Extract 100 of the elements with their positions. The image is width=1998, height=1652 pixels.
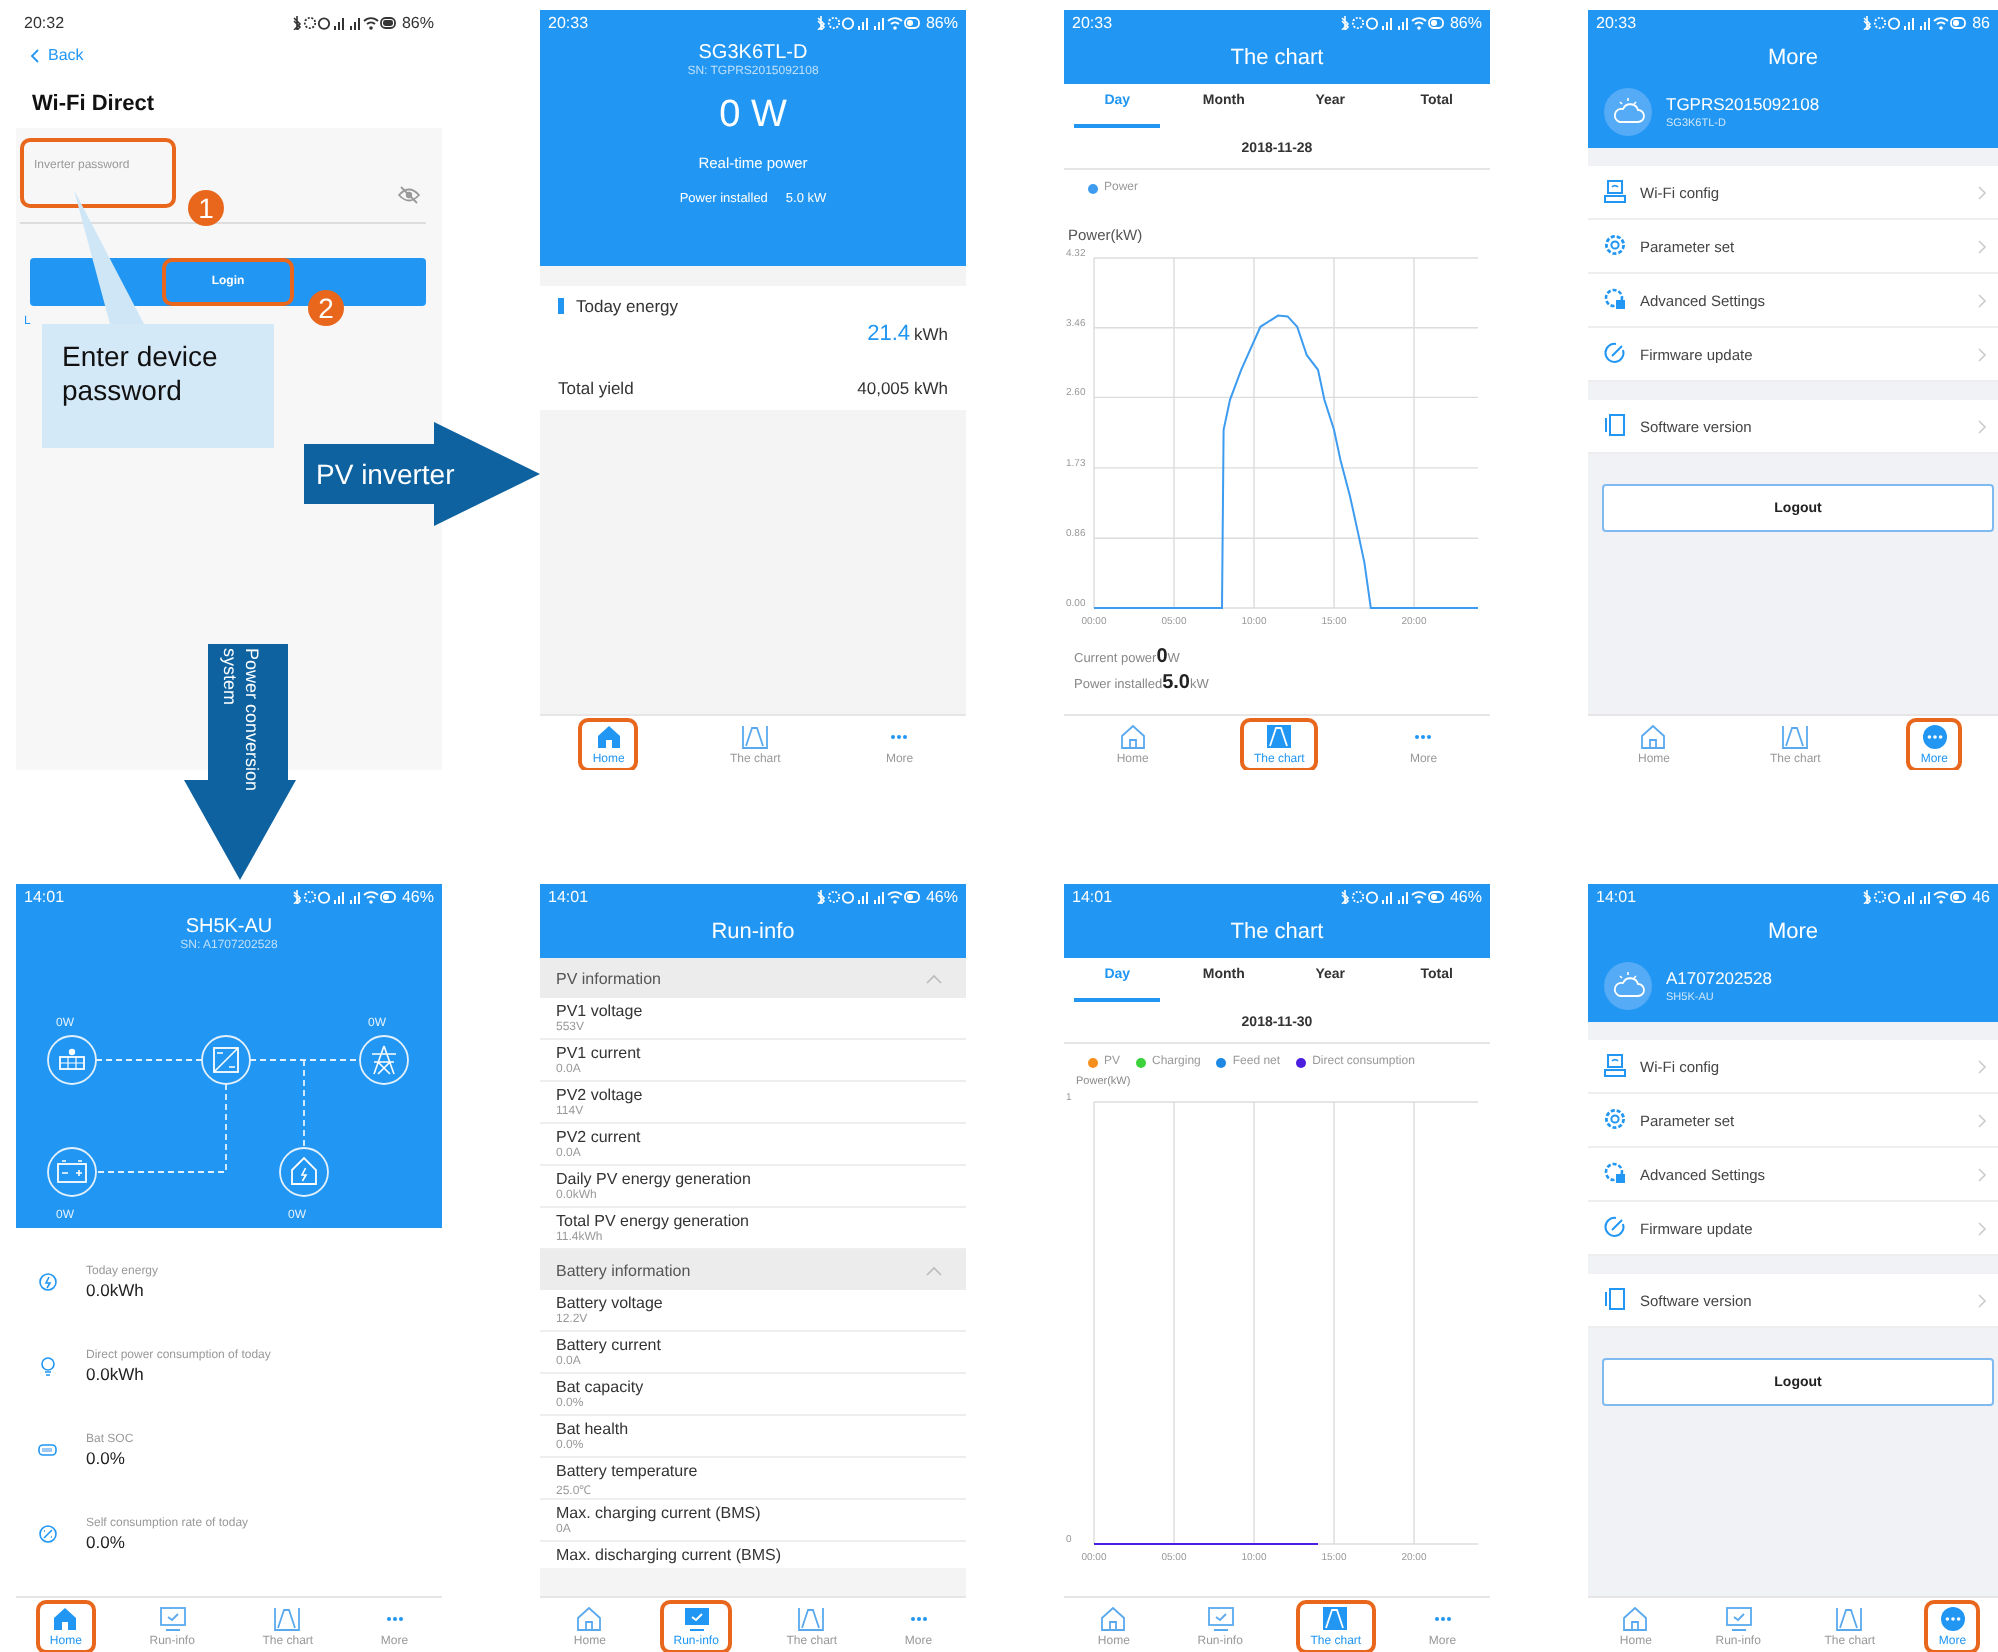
battery-icon (38, 1440, 58, 1460)
chart-icon (1782, 724, 1809, 750)
percent-icon (38, 1524, 58, 1544)
chart-icon (798, 1606, 825, 1632)
connector-line (95, 1083, 227, 1173)
router-icon (1604, 180, 1626, 204)
info-label: Battery temperature (556, 1462, 700, 1480)
energy-unit: kWh (914, 324, 948, 344)
stat-value: 0.0% (86, 1447, 127, 1467)
chevron-right-icon (1978, 1113, 1986, 1127)
battery-percent: 46 (1972, 888, 1990, 906)
status-icons-drawing (815, 16, 920, 30)
battery-percent: 86% (925, 14, 958, 32)
status-time: 20:32 (24, 14, 67, 32)
power-value: 0 W (719, 94, 787, 138)
status-time: 20:33 (548, 14, 591, 32)
screen-title: More (1767, 918, 1819, 948)
home-icon (1100, 1606, 1127, 1632)
chevron-right-icon (1978, 1293, 1986, 1307)
section-header[interactable]: PV information (540, 958, 966, 998)
status-time: 14:01 (24, 888, 67, 906)
chevron-right-icon (1978, 293, 1986, 307)
chevron-up-icon (926, 1265, 942, 1275)
status-icons-drawing (1339, 16, 1444, 30)
screen-title: The chart (1230, 918, 1324, 948)
yield-value: 40,005 kWh (857, 378, 948, 398)
info-label: Bat capacity (556, 1378, 646, 1396)
chevron-left-icon (30, 47, 40, 63)
monitor-icon (683, 1606, 710, 1632)
callout-note: Enter device password (42, 324, 274, 448)
battery-percent: 86% (1449, 14, 1482, 32)
gear-icon (1604, 288, 1626, 312)
solar-panel-icon (47, 1035, 97, 1085)
back-link[interactable]: Back (30, 46, 84, 64)
home-icon (1119, 724, 1146, 750)
info-label: PV2 current (556, 1128, 643, 1146)
inverter-icon (201, 1035, 251, 1085)
status-icons-drawing (815, 890, 920, 904)
settings-icon (1604, 234, 1626, 258)
stat-value: 0.0% (86, 1531, 127, 1551)
refresh-icon (1604, 1216, 1626, 1240)
info-label: Daily PV energy generation (556, 1170, 753, 1188)
chart-icon (1322, 1606, 1349, 1632)
screen-title: More (1767, 44, 1819, 74)
info-label: PV1 current (556, 1044, 643, 1062)
monitor-icon (159, 1606, 186, 1632)
reading-value: 0 (1156, 646, 1168, 668)
lightning-icon (38, 1272, 58, 1292)
battery-percent: 46% (1449, 888, 1482, 906)
energy-value: 21.4 (867, 322, 910, 346)
more-icon (1921, 724, 1948, 750)
chart-icon (742, 724, 769, 750)
cloud-sun-icon (1604, 88, 1652, 136)
account-id: TGPRS2015092108 (1666, 94, 1820, 114)
device-model: SG3K6TL-D (698, 42, 808, 64)
chevron-right-icon (1978, 419, 1986, 433)
home-icon (1622, 1606, 1649, 1632)
home-icon (1640, 724, 1667, 750)
info-label: Total PV energy generation (556, 1212, 752, 1230)
stat-value: 0.0kWh (86, 1279, 146, 1299)
section-header[interactable]: Battery information (540, 1250, 966, 1290)
eye-off-icon[interactable] (398, 185, 420, 203)
info-label: PV1 voltage (556, 1002, 645, 1020)
status-time: 14:01 (1072, 888, 1115, 906)
status-time: 14:01 (548, 888, 591, 906)
info-label: Max. charging current (BMS) (556, 1504, 763, 1522)
stat-value: 0.0kWh (86, 1363, 146, 1383)
status-time: 14:01 (1596, 888, 1639, 906)
status-icons-drawing (291, 890, 396, 904)
bulb-icon (38, 1356, 58, 1376)
house-icon (279, 1147, 329, 1197)
chevron-right-icon (1978, 1221, 1986, 1235)
info-label: Bat health (556, 1420, 631, 1438)
page-title: Wi-Fi Direct (32, 92, 157, 116)
power-tower-icon (359, 1035, 409, 1085)
reading-value: 5.0 (1162, 672, 1190, 694)
status-icons-drawing (1339, 890, 1444, 904)
screen-title: The chart (1230, 44, 1324, 74)
battery-icon (47, 1147, 97, 1197)
document-icon (1604, 1288, 1626, 1312)
status-icons-drawing (291, 16, 396, 30)
status-time: 20:33 (1072, 14, 1115, 32)
home-icon (595, 724, 622, 750)
monitor-icon (1725, 1606, 1752, 1632)
battery-percent: 46% (925, 888, 958, 906)
chart-icon (1836, 1606, 1863, 1632)
accent-bar (558, 298, 564, 314)
chart-icon (1266, 724, 1293, 750)
status-icons-drawing (1862, 16, 1967, 30)
battery-percent: 86 (1972, 14, 1990, 32)
status-time: 20:33 (1596, 14, 1639, 32)
device-model: SH5K-AU (185, 916, 273, 938)
home-icon (576, 1606, 603, 1632)
info-label: Battery voltage (556, 1294, 665, 1312)
chevron-right-icon (1978, 185, 1986, 199)
info-label: Battery current (556, 1336, 663, 1354)
connector-line (95, 1059, 203, 1061)
router-icon (1604, 1054, 1626, 1078)
chevron-right-icon (1978, 347, 1986, 361)
account-id: A1707202528 (1666, 968, 1772, 988)
